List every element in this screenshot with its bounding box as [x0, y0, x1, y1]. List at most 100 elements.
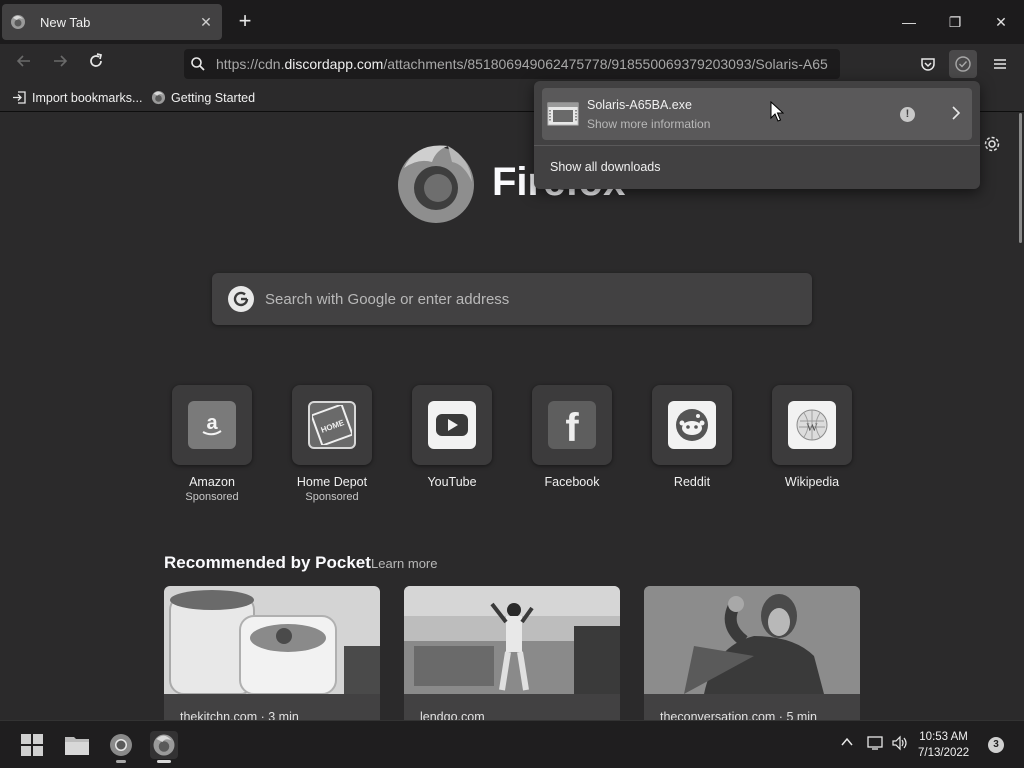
card-image: [644, 586, 860, 694]
url-bar[interactable]: https://cdn.discordapp.com/attachments/8…: [184, 49, 840, 79]
downloads-panel: Solaris-A65BA.exe Show more information …: [534, 81, 980, 189]
forward-button[interactable]: [48, 52, 72, 76]
hamburger-menu-icon: [994, 59, 1006, 69]
customize-button[interactable]: [982, 134, 1002, 154]
firefox-logo-icon: [398, 145, 474, 223]
clock-date: 7/13/2022: [918, 747, 970, 759]
tile-sponsored: Sponsored: [185, 491, 239, 503]
downloads-button[interactable]: [949, 50, 977, 78]
pocket-icon: [921, 58, 935, 71]
show-all-downloads-button[interactable]: Show all downloads: [550, 160, 661, 174]
top-site-facebook[interactable]: f Facebook: [532, 385, 612, 489]
youtube-icon: [428, 401, 476, 449]
pocket-learn-more-link[interactable]: Learn more: [371, 556, 437, 571]
bookmark-getting-started[interactable]: Getting Started: [151, 90, 255, 105]
active-indicator: [157, 760, 171, 763]
tile-name: Wikipedia: [784, 475, 840, 489]
forward-arrow-icon: [54, 55, 68, 67]
pocket-card[interactable]: thekitchn.com · 3 min: [164, 586, 380, 720]
new-tab-button[interactable]: +: [234, 10, 256, 33]
chrome-button[interactable]: [107, 731, 135, 763]
card-image: [164, 586, 380, 695]
search-box[interactable]: Search with Google or enter address: [212, 273, 812, 325]
search-icon: [191, 57, 205, 71]
firefox-icon: [11, 15, 25, 29]
file-explorer-button[interactable]: [63, 731, 91, 759]
top-site-amazon[interactable]: a Amazon Sponsored: [172, 385, 252, 503]
restore-button[interactable]: ❐: [943, 10, 967, 34]
wikipedia-icon: W: [788, 401, 836, 449]
volume-button[interactable]: [891, 735, 909, 754]
app-menu-button[interactable]: [986, 50, 1014, 78]
page-scrollbar[interactable]: [1016, 113, 1024, 720]
svg-text:a: a: [206, 412, 218, 434]
top-site-reddit[interactable]: Reddit: [652, 385, 732, 489]
tab-new-tab[interactable]: New Tab ✕: [2, 4, 222, 40]
home-depot-icon: HOME: [308, 401, 356, 449]
tile-name: YouTube: [427, 475, 477, 489]
top-site-wikipedia[interactable]: W Wikipedia: [772, 385, 852, 489]
tab-close-icon[interactable]: ✕: [198, 14, 214, 30]
tab-strip: New Tab ✕ + — ❐ ✕: [0, 0, 1024, 44]
windows-start-icon: [21, 734, 43, 756]
card-source: thekitchn.com · 3 min: [180, 710, 299, 720]
url-text: https://cdn.discordapp.com/attachments/8…: [216, 56, 828, 72]
chevron-right-icon: [952, 106, 961, 120]
tab-title: New Tab: [40, 14, 91, 30]
reload-icon: [90, 53, 103, 67]
executable-file-icon: [547, 102, 579, 126]
download-complete-icon: [955, 56, 971, 72]
firefox-taskbar-button[interactable]: [150, 731, 178, 763]
divider: [534, 145, 980, 146]
download-file-name: Solaris-A65BA.exe: [587, 98, 692, 112]
clock-time: 10:53 AM: [919, 731, 968, 743]
notification-badge[interactable]: 3: [988, 737, 1004, 753]
firefox-icon: [151, 90, 166, 105]
download-more-button[interactable]: [946, 103, 966, 123]
reload-button[interactable]: [84, 52, 108, 76]
tile-name: Facebook: [544, 475, 600, 489]
tile-name: Home Depot: [296, 475, 368, 489]
pocket-button[interactable]: [914, 50, 942, 78]
minimize-button[interactable]: —: [897, 10, 921, 34]
top-site-home-depot[interactable]: HOME Home Depot Sponsored: [292, 385, 372, 503]
search-placeholder: Search with Google or enter address: [265, 290, 510, 308]
google-icon: [228, 286, 254, 312]
bookmark-import[interactable]: Import bookmarks...: [12, 90, 142, 105]
pocket-card[interactable]: theconversation.com · 5 min: [644, 586, 860, 720]
reddit-icon: [668, 401, 716, 449]
url-host: discordapp.com: [284, 56, 384, 72]
card-source: lendgo.com: [420, 710, 485, 720]
pocket-card[interactable]: lendgo.com: [404, 586, 620, 720]
top-site-youtube[interactable]: YouTube: [412, 385, 492, 489]
new-tab-page: Firefox Search with Google or enter addr…: [0, 113, 1016, 720]
url-prefix: https://cdn.: [216, 56, 285, 72]
bookmark-label: Import bookmarks...: [32, 90, 143, 105]
warning-icon: !: [900, 107, 915, 122]
speaker-icon: [892, 735, 907, 751]
tile-name: Reddit: [673, 475, 711, 489]
tile-sponsored: Sponsored: [305, 491, 359, 503]
gear-icon: [984, 136, 1000, 152]
amazon-icon: a: [188, 401, 236, 449]
card-source: theconversation.com · 5 min: [660, 710, 818, 720]
back-button[interactable]: [12, 52, 36, 76]
pocket-title: Recommended by Pocket: [164, 553, 371, 572]
svg-text:HOME: HOME: [320, 418, 346, 435]
facebook-icon: f: [548, 401, 596, 449]
system-clock[interactable]: 10:53 AM 7/13/2022: [918, 729, 969, 761]
back-arrow-icon: [16, 55, 30, 67]
card-image: [404, 586, 620, 694]
show-hidden-icons-button[interactable]: [840, 735, 854, 752]
bookmark-label: Getting Started: [171, 90, 256, 105]
close-window-button[interactable]: ✕: [989, 10, 1013, 34]
download-item[interactable]: Solaris-A65BA.exe Show more information …: [542, 88, 972, 140]
scrollbar-thumb[interactable]: [1019, 113, 1022, 243]
svg-text:W: W: [806, 420, 818, 434]
mouse-cursor-icon: [770, 101, 784, 122]
url-path: /attachments/851806949062475778/91855006…: [383, 56, 828, 72]
network-button[interactable]: [866, 735, 884, 754]
navigation-bar: https://cdn.discordapp.com/attachments/8…: [0, 44, 1024, 84]
chevron-up-icon: [841, 737, 853, 746]
start-button[interactable]: [18, 731, 46, 759]
